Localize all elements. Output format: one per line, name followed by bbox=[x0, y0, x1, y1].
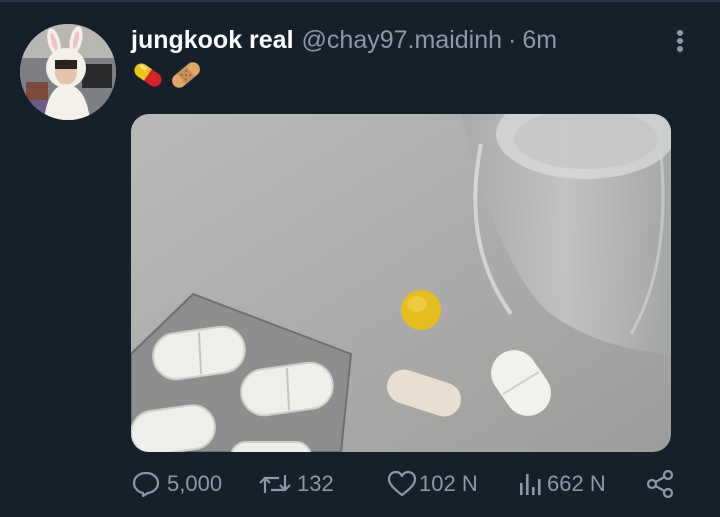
more-options-button[interactable] bbox=[668, 26, 692, 56]
views-chart-icon bbox=[520, 474, 541, 495]
retweet-icon bbox=[259, 475, 291, 493]
tweet-header: jungkook real @chay97.maidinh · 6m bbox=[131, 26, 557, 56]
share-button[interactable] bbox=[645, 464, 675, 504]
views-count: 662 N bbox=[547, 471, 606, 496]
retweet-count: 132 bbox=[297, 471, 334, 496]
share-icon bbox=[646, 469, 674, 499]
tweet-action-bar: 5,000 132 102 N 662 N bbox=[131, 464, 691, 504]
display-name[interactable]: jungkook real bbox=[131, 26, 294, 55]
reply-icon bbox=[132, 471, 160, 498]
top-divider bbox=[0, 0, 720, 2]
user-handle[interactable]: @chay97.maidinh bbox=[302, 26, 503, 55]
like-button[interactable]: 102 N bbox=[387, 464, 478, 504]
pills-photo bbox=[131, 114, 671, 452]
avatar-image bbox=[20, 24, 116, 120]
more-vertical-icon bbox=[677, 30, 683, 52]
retweet-button[interactable]: 132 bbox=[259, 464, 334, 504]
views-button[interactable]: 662 N bbox=[517, 464, 606, 504]
heart-icon bbox=[387, 470, 417, 497]
like-count: 102 N bbox=[419, 471, 478, 496]
bandage-emoji-icon bbox=[172, 62, 200, 88]
separator-dot: · bbox=[508, 26, 517, 54]
avatar[interactable] bbox=[20, 24, 116, 120]
reply-count: 5,000 bbox=[167, 471, 223, 496]
timestamp[interactable]: 6m bbox=[522, 26, 557, 55]
pill-emoji-icon bbox=[134, 63, 162, 87]
tweet-media-image[interactable] bbox=[131, 114, 671, 452]
tweet-text bbox=[131, 58, 203, 92]
reply-button[interactable]: 5,000 bbox=[131, 464, 222, 504]
